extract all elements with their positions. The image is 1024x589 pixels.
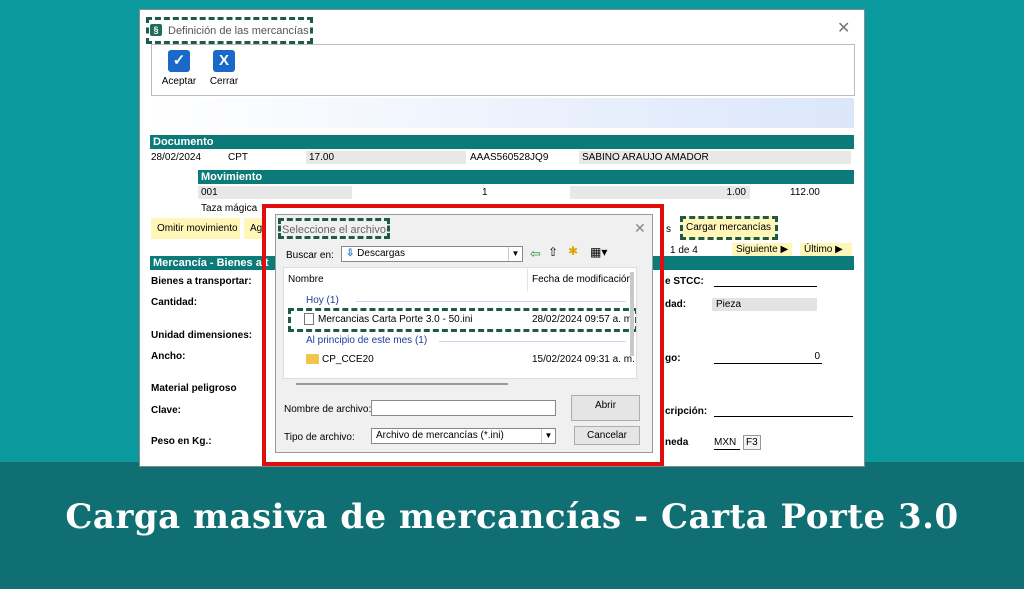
folder1-name: CP_CCE20 xyxy=(322,354,374,365)
descripcion-field[interactable] xyxy=(714,416,853,417)
cargar-mercancias-button[interactable]: Cargar mercancías xyxy=(680,216,778,240)
bienes-label: Bienes a transportar: xyxy=(151,276,252,287)
up-folder-icon[interactable]: ⇧ xyxy=(548,246,558,259)
documento-header: Documento xyxy=(150,135,854,149)
chevron-down-icon: ▼ xyxy=(541,429,555,443)
file1-name: Mercancias Carta Porte 3.0 - 50.ini xyxy=(318,314,473,325)
banner-title: Carga masiva de mercancías - Carta Porte… xyxy=(65,497,959,537)
descripcion-label: cripción: xyxy=(665,406,708,417)
accept-button[interactable]: ✓ Aceptar xyxy=(154,50,204,94)
movimiento-cantidad: 1 xyxy=(482,187,488,198)
group-mes: Al principio de este mes (1) xyxy=(306,335,428,346)
info-bar xyxy=(148,98,854,128)
movimiento-blank xyxy=(570,186,670,199)
dialog-title: Seleccione el archivo xyxy=(282,224,386,236)
unidad-dimensiones-label: Unidad dimensiones: xyxy=(151,330,253,341)
x-icon: X xyxy=(213,50,235,72)
movimiento-precio: 1.00 xyxy=(670,186,750,199)
moneda-label: neda xyxy=(665,437,689,448)
cancelar-button[interactable]: Cancelar xyxy=(574,426,640,445)
accept-label: Aceptar xyxy=(161,76,197,87)
largo-field[interactable] xyxy=(714,363,822,364)
tipo-archivo-value: Archivo de mercancías (*.ini) xyxy=(376,430,504,441)
largo-label: go: xyxy=(665,353,681,364)
ultimo-button[interactable]: Último ▶ xyxy=(800,243,852,256)
col-nombre[interactable]: Nombre xyxy=(284,268,528,292)
buscar-value: Descargas xyxy=(357,248,405,259)
movimiento-total: 112.00 xyxy=(790,187,820,198)
ancho-label: Ancho: xyxy=(151,351,186,362)
dialog-close-icon[interactable]: ✕ xyxy=(634,220,646,237)
file1-date: 28/02/2024 09:57 a. m. xyxy=(532,314,635,325)
clave-label: Clave: xyxy=(151,405,182,416)
documento-importe: 17.00 xyxy=(306,151,466,164)
window-title: Definición de las mercancías xyxy=(168,25,309,37)
chevron-down-icon: ▼ xyxy=(508,247,522,261)
nombre-archivo-label: Nombre de archivo: xyxy=(284,404,372,415)
horizontal-scrollbar[interactable] xyxy=(296,383,508,385)
documento-rfc: AAAS560528JQ9 xyxy=(470,152,549,163)
close-icon[interactable]: ✕ xyxy=(837,21,850,37)
moneda-field[interactable] xyxy=(714,449,740,450)
largo-value: 0 xyxy=(814,351,820,362)
file-list: Nombre Fecha de modificación Hoy (1) Mer… xyxy=(283,267,637,379)
abrir-button[interactable]: Abrir xyxy=(571,395,640,421)
tipo-archivo-label: Tipo de archivo: xyxy=(284,432,355,443)
vertical-scrollbar[interactable] xyxy=(630,272,634,356)
unidad-label: dad: xyxy=(665,299,687,310)
ultimo-label: Último xyxy=(804,244,833,255)
close-label: Cerrar xyxy=(209,76,239,87)
folder1-date: 15/02/2024 09:31 a. m. xyxy=(532,354,635,365)
group-mes-line xyxy=(439,341,626,342)
movimiento-codigo: 001 xyxy=(198,186,352,199)
file-dialog: Seleccione el archivo ✕ Buscar en: ⇩ Des… xyxy=(275,214,653,453)
check-icon: ✓ xyxy=(168,50,190,72)
cantidad-label: Cantidad: xyxy=(151,297,198,308)
stcc-field[interactable] xyxy=(714,286,817,287)
buscar-label: Buscar en: xyxy=(286,250,334,261)
app-icon: § xyxy=(150,24,162,36)
agregar-button[interactable]: Ag xyxy=(244,218,264,239)
buscar-select[interactable]: ⇩ Descargas ▼ xyxy=(341,246,523,262)
tipo-archivo-select[interactable]: Archivo de mercancías (*.ini) ▼ xyxy=(371,428,556,444)
toolbar: ✓ Aceptar X Cerrar xyxy=(151,44,855,96)
group-hoy: Hoy (1) xyxy=(306,295,339,306)
folder-icon xyxy=(306,354,319,365)
material-peligroso-label: Material peligroso xyxy=(151,383,237,394)
new-folder-icon[interactable]: ✱ xyxy=(568,245,578,258)
last-icon: ▶ xyxy=(835,244,843,255)
group-hoy-line xyxy=(356,301,626,302)
omitir-movimiento-button[interactable]: Omitir movimiento xyxy=(151,218,240,239)
actions-s: s xyxy=(666,224,671,235)
documento-tipo: CPT xyxy=(228,152,248,163)
stcc-label: e STCC: xyxy=(665,276,704,287)
nombre-archivo-input[interactable] xyxy=(371,400,556,416)
arrow-right-icon: ▶ xyxy=(780,244,789,255)
download-icon: ⇩ xyxy=(346,248,355,259)
f3-button[interactable]: F3 xyxy=(743,435,761,450)
siguiente-label: Siguiente xyxy=(736,244,778,255)
view-menu-icon[interactable]: ▦▾ xyxy=(590,246,607,259)
back-icon[interactable]: ⇦ xyxy=(530,247,541,260)
file-row-mercancias[interactable]: Mercancias Carta Porte 3.0 - 50.ini xyxy=(304,313,473,326)
col-fecha[interactable]: Fecha de modificación xyxy=(528,268,636,292)
ini-file-icon xyxy=(304,313,314,326)
documento-fecha: 28/02/2024 xyxy=(151,152,202,163)
documento-nombre: SABINO ARAUJO AMADOR xyxy=(579,151,851,164)
moneda-value: MXN xyxy=(714,437,737,448)
unidad-field[interactable]: Pieza xyxy=(712,298,817,311)
peso-label: Peso en Kg.: xyxy=(151,436,212,447)
title-bar: § Definición de las mercancías ✕ xyxy=(140,10,864,44)
movimiento-header: Movimiento xyxy=(198,170,854,184)
folder-row-cp-cce20[interactable]: CP_CCE20 xyxy=(306,353,374,366)
close-button[interactable]: X Cerrar xyxy=(199,50,249,94)
siguiente-button[interactable]: Siguiente ▶ xyxy=(732,243,792,256)
